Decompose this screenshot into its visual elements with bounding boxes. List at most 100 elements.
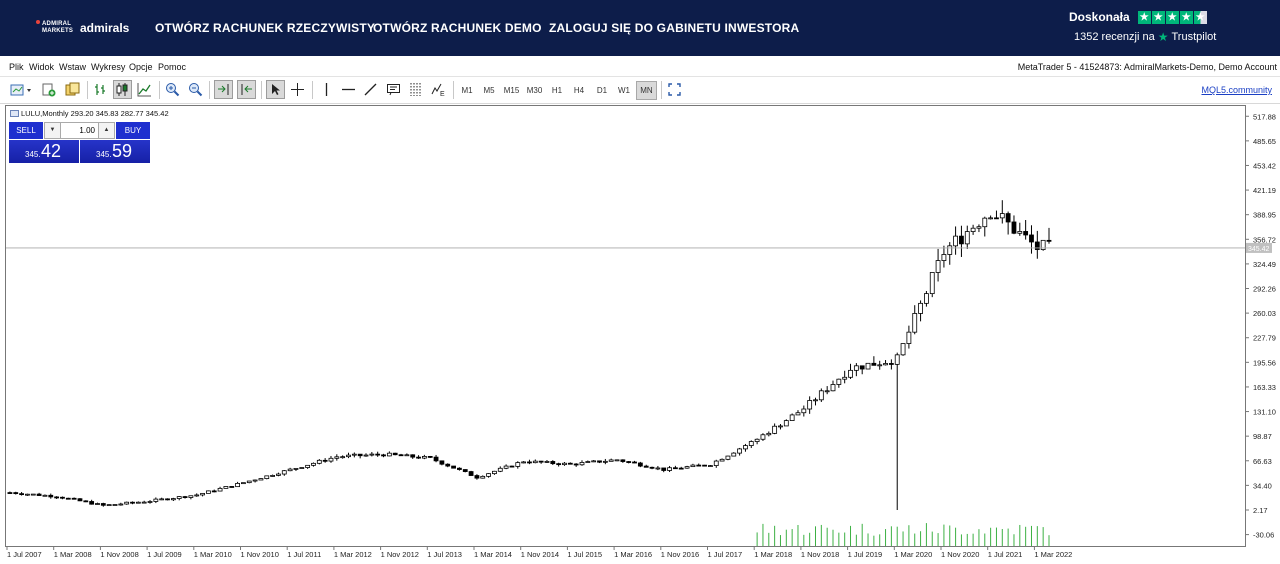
vertical-line-icon[interactable] [317, 80, 336, 99]
timeframe-h1[interactable]: H1 [547, 81, 567, 100]
volume-up-icon[interactable]: ▲ [98, 123, 114, 138]
horizontal-line-icon[interactable] [339, 80, 358, 99]
candle-body [877, 364, 883, 367]
y-tick-label: 131.10 [1253, 408, 1276, 417]
candle-body [795, 412, 801, 416]
menu-insert[interactable]: Wstaw [59, 62, 86, 72]
candle-body [567, 462, 573, 465]
sell-price-digits: 42 [41, 141, 62, 161]
mql5-community-link[interactable]: MQL5.community [1201, 85, 1272, 95]
candle-body [474, 475, 480, 479]
zoom-out-icon[interactable] [186, 80, 205, 99]
buy-price[interactable]: 345. 59 [80, 140, 150, 163]
candle-body [468, 471, 474, 476]
candle-body [562, 462, 567, 466]
candle-body [229, 486, 235, 488]
candle-body [19, 493, 24, 496]
candle-body [30, 493, 36, 496]
chart-shift-icon[interactable] [237, 80, 256, 99]
crosshair-icon[interactable] [288, 80, 307, 99]
cursor-icon[interactable] [266, 80, 285, 99]
timeframe-m1[interactable]: M1 [457, 81, 477, 100]
timeframe-mn[interactable]: MN [636, 81, 657, 100]
y-tick-label: 421.19 [1253, 186, 1276, 195]
admirals-logo[interactable]: ADMIRAL MARKETS admirals [36, 19, 129, 37]
timeframe-d1[interactable]: D1 [592, 81, 612, 100]
fibonacci-icon[interactable] [406, 80, 425, 99]
candle-body [445, 463, 451, 467]
window-title: MetaTrader 5 - 41524873: AdmiralMarkets-… [1017, 62, 1277, 72]
candlestick-chart-icon[interactable] [113, 80, 132, 99]
toolbar-separator [87, 81, 88, 99]
candle-body [369, 453, 375, 456]
candle-body [7, 492, 13, 494]
text-label-icon[interactable] [384, 80, 403, 99]
candle-body [112, 504, 118, 506]
open-data-icon[interactable] [39, 80, 58, 99]
candle-body [381, 454, 386, 457]
y-tick-label: 292.26 [1253, 285, 1276, 294]
candle-body [521, 461, 527, 464]
line-chart-icon[interactable] [135, 80, 154, 99]
menu-file[interactable]: Plik [9, 62, 24, 72]
timeframe-m30[interactable]: M30 [524, 81, 545, 100]
volume-input[interactable]: ▼ 1.00 ▲ [44, 122, 115, 139]
nav-open-demo-account[interactable]: OTWÓRZ RACHUNEK DEMO [373, 21, 542, 35]
menu-view[interactable]: Widok [29, 62, 54, 72]
candle-body [929, 272, 935, 295]
trustpilot-star-icon: ★ [1157, 30, 1169, 44]
buy-button[interactable]: BUY [116, 122, 150, 139]
candle-body [42, 494, 48, 497]
candle-body [106, 504, 112, 507]
y-tick-label: 324.49 [1253, 260, 1276, 269]
trustpilot-widget[interactable]: Doskonała ★ ★ ★ ★ ★ 1352 recenzji na ★ T… [1069, 10, 1219, 44]
candle-body [252, 479, 258, 482]
candle-body [416, 456, 421, 459]
candle-body [778, 425, 783, 428]
candle-body [719, 458, 725, 462]
nav-investor-login[interactable]: ZALOGUJ SIĘ DO GABINETU INWESTORA [549, 21, 799, 35]
candle-body [988, 217, 994, 220]
candle-body [585, 461, 591, 463]
x-tick-label: 1 Jul 2021 [988, 550, 1023, 559]
zoom-in-icon[interactable] [163, 80, 182, 99]
logo-dot-icon [36, 20, 40, 24]
candle-body [334, 456, 340, 459]
volume-down-icon[interactable]: ▼ [45, 123, 61, 138]
candle-body [597, 460, 602, 463]
timeframe-h4[interactable]: H4 [569, 81, 589, 100]
candle-body [439, 460, 445, 465]
menu-help[interactable]: Pomoc [158, 62, 186, 72]
new-chart-icon[interactable] [8, 80, 34, 99]
bar-chart-icon[interactable] [91, 80, 110, 99]
candle-body [159, 498, 165, 501]
nav-open-real-account[interactable]: OTWÓRZ RACHUNEK RZECZYWISTY [155, 21, 375, 35]
elliott-wave-icon[interactable]: E [429, 80, 448, 99]
sell-price[interactable]: 345. 42 [9, 140, 79, 163]
fullscreen-icon[interactable] [665, 80, 684, 99]
candle-body [316, 459, 322, 464]
candlestick-chart[interactable]: 517.88485.65453.42421.19388.95356.72324.… [5, 105, 1280, 564]
svg-text:E: E [440, 91, 445, 97]
chart-window[interactable]: 517.88 485.65 453.42 421.19 388.95 356.72 324.… [5, 105, 1280, 564]
timeframe-w1[interactable]: W1 [614, 81, 634, 100]
sell-button[interactable]: SELL [9, 122, 43, 139]
trend-line-icon[interactable] [361, 80, 380, 99]
market-watch-icon[interactable] [63, 80, 82, 99]
star-icon: ★ [1179, 10, 1193, 24]
timeframe-m15[interactable]: M15 [501, 81, 522, 100]
timeframe-m5[interactable]: M5 [479, 81, 499, 100]
menu-charts[interactable]: Wykresy [91, 62, 125, 72]
y-tick-label: 195.56 [1253, 358, 1276, 367]
rating-word: Doskonała [1069, 10, 1130, 24]
candle-body [1029, 234, 1034, 243]
menu-options[interactable]: Opcje [129, 62, 153, 72]
candle-body [492, 470, 497, 475]
auto-scroll-icon[interactable] [214, 80, 233, 99]
candle-body [818, 390, 824, 401]
volume-value[interactable]: 1.00 [61, 123, 98, 138]
candle-body [433, 456, 439, 462]
candle-body [883, 363, 888, 366]
candle-body [182, 496, 188, 498]
candle-body [427, 456, 433, 458]
